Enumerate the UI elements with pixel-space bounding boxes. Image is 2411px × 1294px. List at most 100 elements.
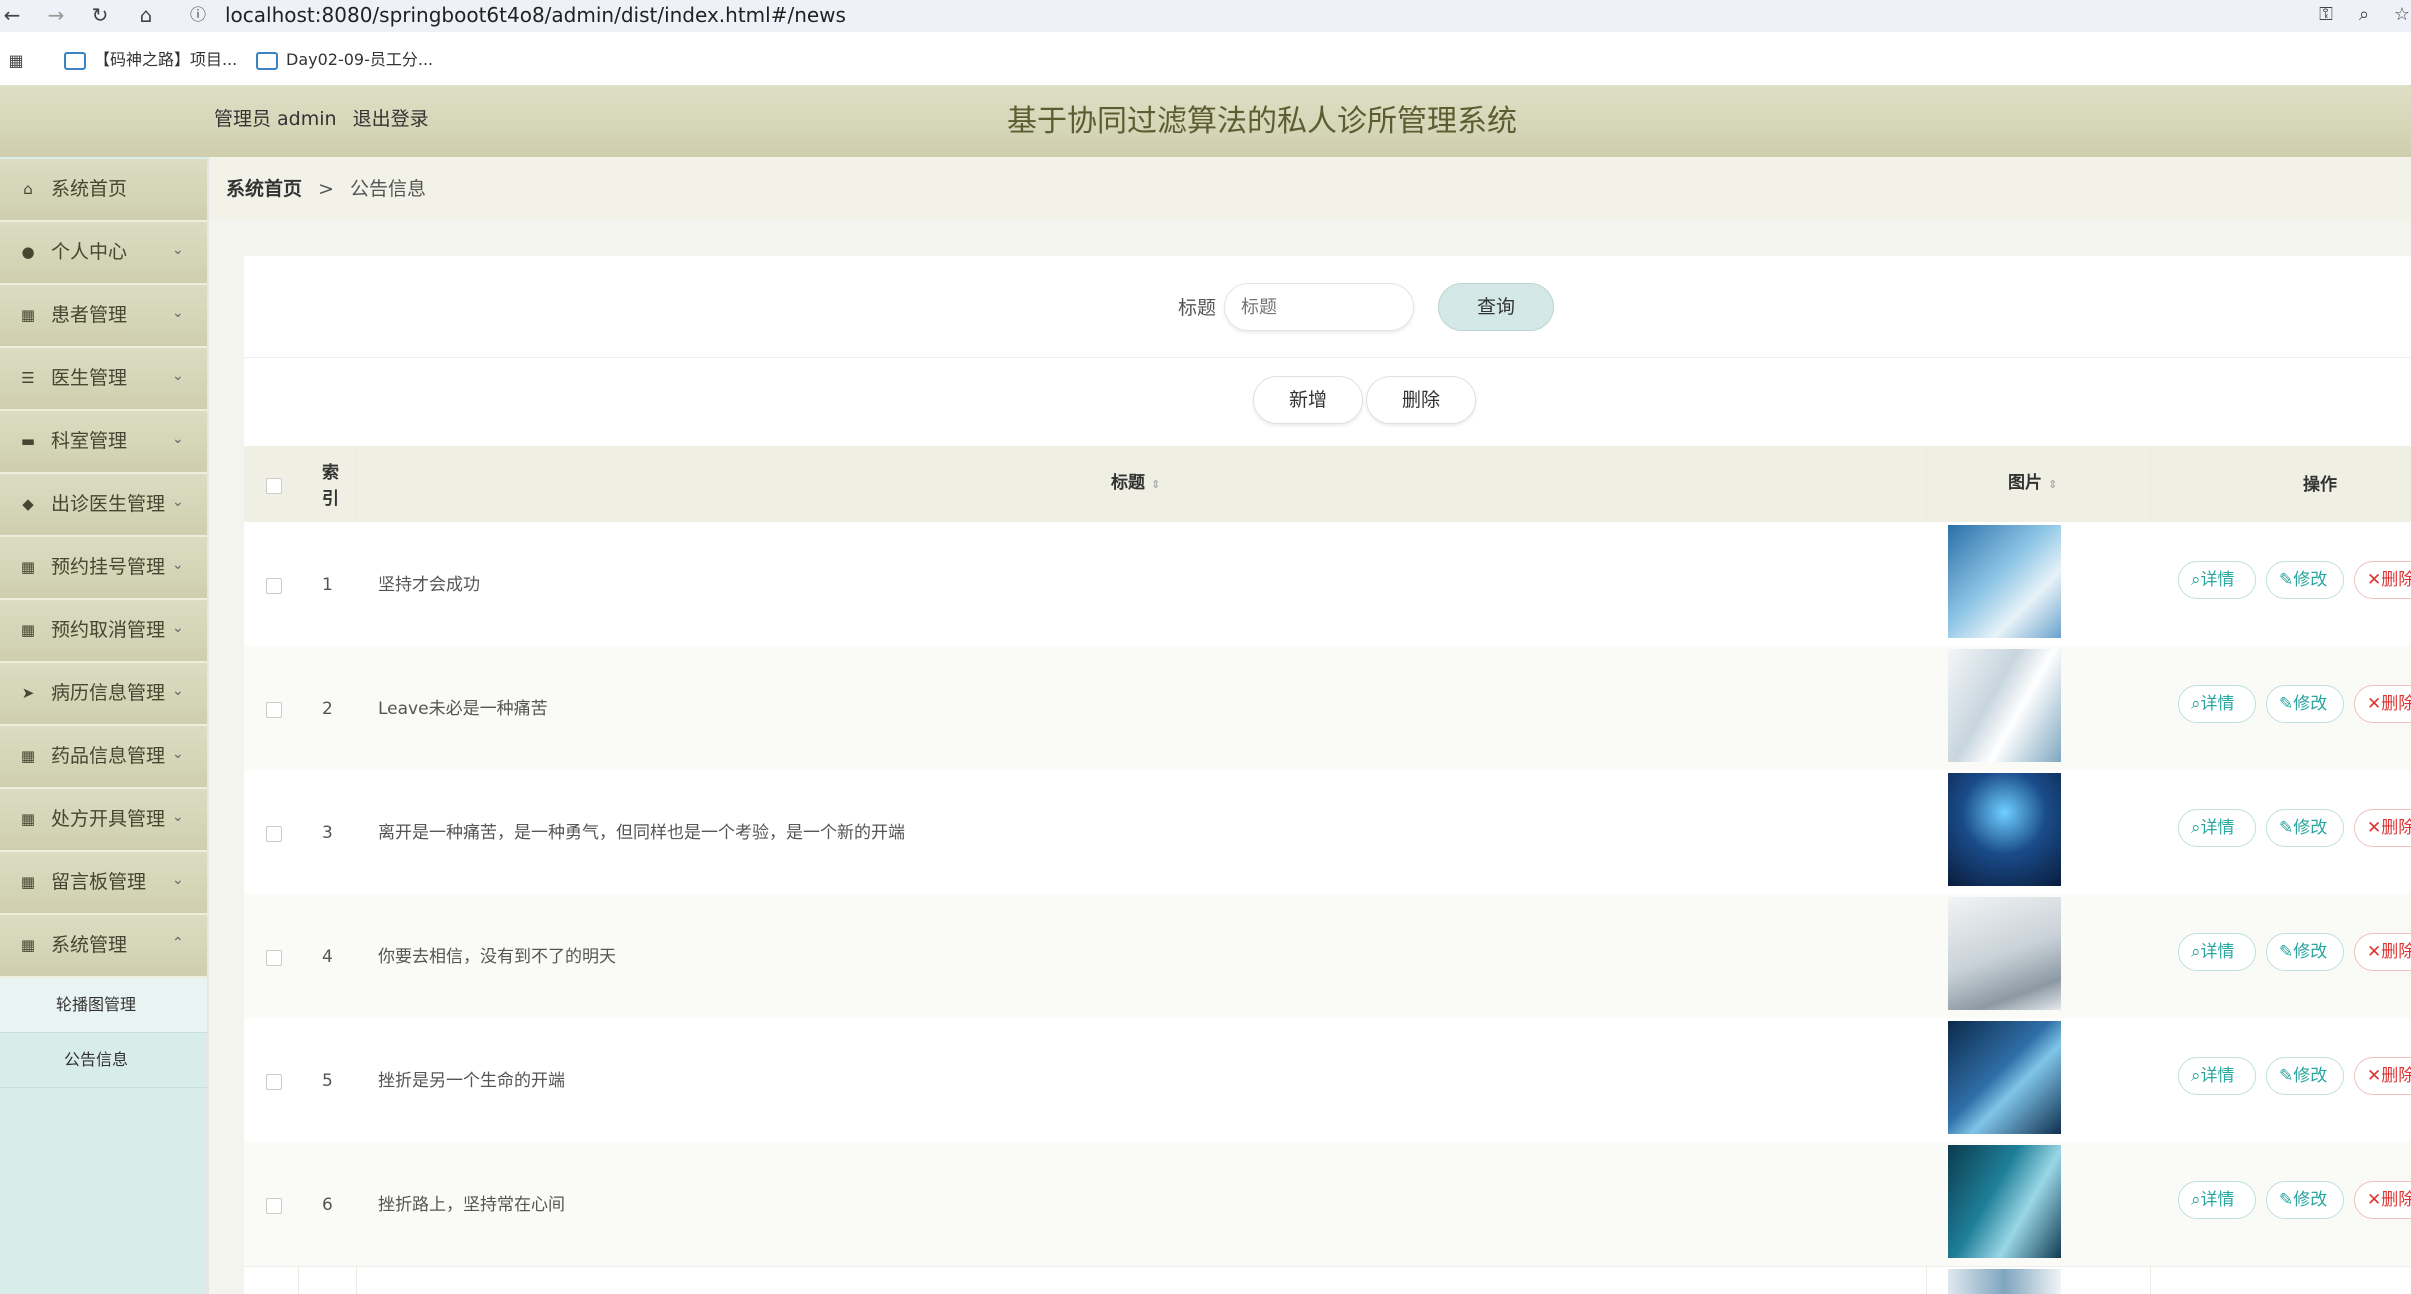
add-button[interactable]: 新增 xyxy=(1253,376,1363,424)
detail-button[interactable]: ⌕详情 xyxy=(2178,685,2256,723)
edit-button[interactable]: ✎修改 xyxy=(2266,1057,2344,1095)
grid-icon: ▦ xyxy=(20,306,36,324)
delete-button[interactable]: 删除 xyxy=(1366,376,1476,424)
sidebar-item-personal[interactable]: ● 个人中心 ⌄ xyxy=(0,222,207,285)
breadcrumb-separator: > xyxy=(318,178,334,200)
sidebar-item-home[interactable]: ⌂ 系统首页 xyxy=(0,159,207,222)
sidebar-item-departments[interactable]: ▬ 科室管理 ⌄ xyxy=(0,411,207,474)
edit-icon: ✎ xyxy=(2279,818,2294,838)
search-icon: ⌕ xyxy=(2191,694,2201,714)
detail-button[interactable]: ⌕详情 xyxy=(2178,1057,2256,1095)
row-delete-button[interactable]: ✕删除 xyxy=(2354,685,2411,723)
sidebar-item-patients[interactable]: ▦ 患者管理 ⌄ xyxy=(0,285,207,348)
row-image xyxy=(1948,897,2061,1010)
location-icon: ◆ xyxy=(22,495,34,513)
breadcrumb-bar xyxy=(209,157,2411,220)
row-checkbox[interactable] xyxy=(266,1198,282,1214)
sidebar-item-label: 系统管理 xyxy=(51,934,128,956)
row-delete-button[interactable]: ✕删除 xyxy=(2354,561,2411,599)
row-image xyxy=(1948,1145,2061,1258)
url-text[interactable]: localhost:8080/springboot6t4o8/admin/dis… xyxy=(225,2,846,28)
star-icon[interactable]: ☆ xyxy=(2390,2,2411,28)
sidebar-subitem-notices[interactable]: 公告信息 xyxy=(0,1033,207,1088)
site-info-icon[interactable]: ⓘ xyxy=(186,2,210,28)
row-checkbox[interactable] xyxy=(266,1074,282,1090)
row-checkbox[interactable] xyxy=(266,578,282,594)
send-icon: ➤ xyxy=(21,684,35,702)
sidebar-item-appointments[interactable]: ▦ 预约挂号管理 ⌄ xyxy=(0,537,207,600)
zoom-icon[interactable]: ⌕ xyxy=(2352,2,2376,28)
header-index: 索引 xyxy=(322,463,339,509)
row-index: 3 xyxy=(322,823,333,843)
home-icon: ⌂ xyxy=(23,180,33,198)
table-row xyxy=(244,1018,2411,1143)
sidebar-item-message-board[interactable]: ▦ 留言板管理 ⌄ xyxy=(0,852,207,915)
forward-icon[interactable]: → xyxy=(44,2,68,28)
row-checkbox[interactable] xyxy=(266,826,282,842)
sidebar-item-system[interactable]: ▦ 系统管理 ⌃ xyxy=(0,915,207,978)
sidebar-item-cancellations[interactable]: ▦ 预约取消管理 ⌄ xyxy=(0,600,207,663)
sliders-icon: ☰ xyxy=(21,369,35,387)
row-image xyxy=(1948,649,2061,762)
sidebar-item-doctors[interactable]: ☰ 医生管理 ⌄ xyxy=(0,348,207,411)
sidebar-item-label: 药品信息管理 xyxy=(51,745,166,767)
header-image[interactable]: 图片 ⇕ xyxy=(2008,472,2057,496)
row-image xyxy=(1948,1269,2061,1294)
row-checkbox[interactable] xyxy=(266,950,282,966)
sidebar-item-visiting-doctors[interactable]: ◆ 出诊医生管理 ⌄ xyxy=(0,474,207,537)
key-icon[interactable]: ⚿ xyxy=(2314,2,2338,28)
row-delete-button[interactable]: ✕删除 xyxy=(2354,1057,2411,1095)
select-all-checkbox[interactable] xyxy=(266,478,282,494)
sidebar-item-label: 留言板管理 xyxy=(51,871,147,893)
chevron-down-icon: ⌄ xyxy=(172,431,184,447)
sidebar-item-medical-records[interactable]: ➤ 病历信息管理 ⌄ xyxy=(0,663,207,726)
sort-icon: ⇕ xyxy=(2048,478,2058,491)
bookmark-icon xyxy=(64,51,86,70)
row-delete-button[interactable]: ✕删除 xyxy=(2354,933,2411,971)
detail-button[interactable]: ⌕详情 xyxy=(2178,933,2256,971)
detail-button[interactable]: ⌕详情 xyxy=(2178,561,2256,599)
row-delete-button[interactable]: ✕删除 xyxy=(2354,809,2411,847)
breadcrumb-home[interactable]: 系统首页 xyxy=(226,178,302,200)
detail-button[interactable]: ⌕详情 xyxy=(2178,809,2256,847)
grid-icon: ▦ xyxy=(20,558,36,576)
breadcrumb-current: 公告信息 xyxy=(350,178,427,200)
row-index: 5 xyxy=(322,1071,333,1091)
header-title[interactable]: 标题 ⇕ xyxy=(1111,472,1160,496)
sidebar-item-medicines[interactable]: ▦ 药品信息管理 ⌄ xyxy=(0,726,207,789)
user-icon: ● xyxy=(21,243,35,261)
bookmark-1[interactable]: 【码神之路】项目... xyxy=(64,48,237,72)
chevron-down-icon: ⌄ xyxy=(172,872,184,888)
edit-icon: ✎ xyxy=(2279,942,2294,962)
chevron-down-icon: ⌄ xyxy=(172,305,184,321)
row-delete-button[interactable]: ✕删除 xyxy=(2354,1181,2411,1219)
edit-button[interactable]: ✎修改 xyxy=(2266,685,2344,723)
edit-icon: ✎ xyxy=(2279,1066,2294,1086)
query-button[interactable]: 查询 xyxy=(1438,283,1554,331)
edit-button[interactable]: ✎修改 xyxy=(2266,1181,2344,1219)
edit-button[interactable]: ✎修改 xyxy=(2266,933,2344,971)
home-icon[interactable]: ⌂ xyxy=(134,2,158,28)
sidebar-item-label: 预约取消管理 xyxy=(51,619,166,641)
grid-icon: ▦ xyxy=(20,873,36,891)
row-title: 离开是一种痛苦，是一种勇气，但同样也是一个考验，是一个新的开端 xyxy=(378,823,905,843)
chevron-down-icon: ⌄ xyxy=(172,683,184,699)
edit-button[interactable]: ✎修改 xyxy=(2266,809,2344,847)
sidebar-item-prescriptions[interactable]: ▦ 处方开具管理 ⌄ xyxy=(0,789,207,852)
bookmark-2[interactable]: Day02-09-员工分... xyxy=(256,48,433,72)
sidebar-item-label: 医生管理 xyxy=(51,367,128,389)
back-icon[interactable]: ← xyxy=(0,2,24,28)
chevron-down-icon: ⌄ xyxy=(172,620,184,636)
sidebar-subitem-carousel[interactable]: 轮播图管理 xyxy=(0,978,207,1033)
apps-icon[interactable]: ▦ xyxy=(4,48,28,74)
breadcrumb: 系统首页 > 公告信息 xyxy=(226,176,426,202)
row-checkbox[interactable] xyxy=(266,702,282,718)
search-input[interactable] xyxy=(1224,283,1414,331)
row-title: 你要去相信，没有到不了的明天 xyxy=(378,947,616,967)
reload-icon[interactable]: ↻ xyxy=(88,2,112,28)
table-header xyxy=(244,446,2411,522)
detail-button[interactable]: ⌕详情 xyxy=(2178,1181,2256,1219)
row-index: 2 xyxy=(322,699,333,719)
row-title: 挫折是另一个生命的开端 xyxy=(378,1071,565,1091)
edit-button[interactable]: ✎修改 xyxy=(2266,561,2344,599)
